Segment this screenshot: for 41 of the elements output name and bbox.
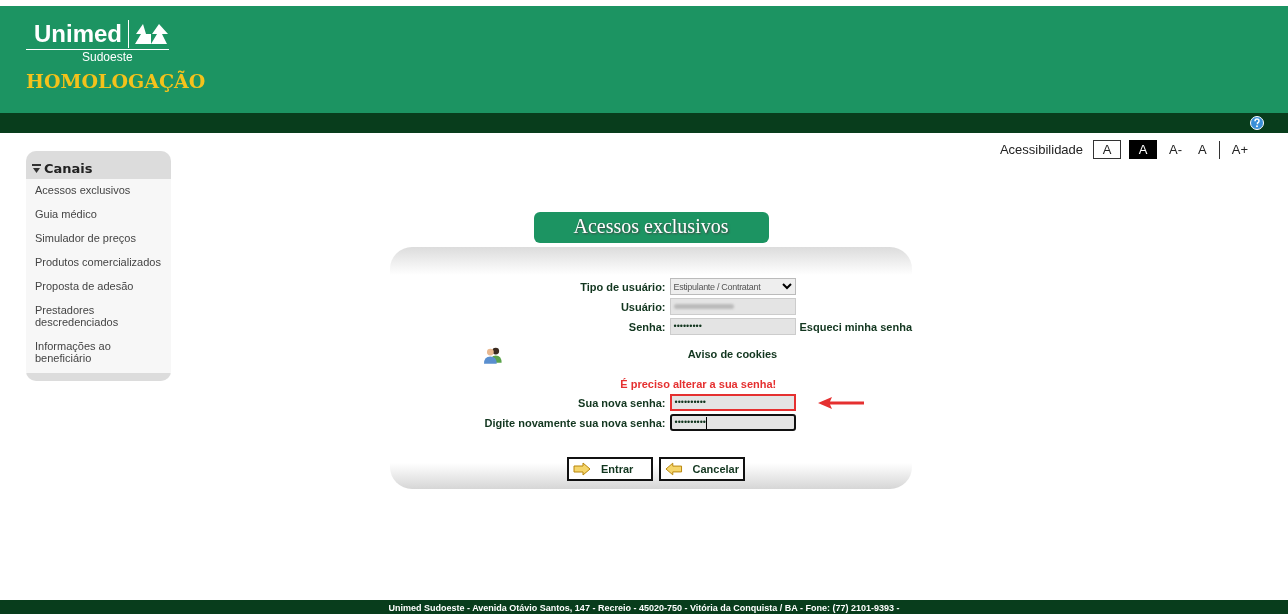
user-type-select[interactable]: Estipulante / Contratant bbox=[669, 278, 796, 295]
field-label: Tipo de usuário: bbox=[579, 280, 666, 293]
font-size-link[interactable]: A+ bbox=[1227, 140, 1252, 159]
sidebar-link[interactable]: Proposta de adesão bbox=[26, 275, 171, 299]
form-button[interactable]: Cancelar bbox=[659, 457, 745, 481]
forgot-password-link[interactable]: Esqueci minha senha bbox=[799, 320, 912, 333]
warning-message: É preciso alterar a sua senha! bbox=[620, 377, 777, 391]
footer-address: Unimed Sudoeste - Avenida Otávio Santos, 147 - Recreio - 45020-750 - Vitória da Conquista / BA - Fone: (77) 2101-9393 - bbox=[0, 600, 1288, 614]
font-size-link[interactable]: A- bbox=[1165, 140, 1187, 159]
section-title: Acessos exclusivos bbox=[533, 212, 769, 243]
help-icon[interactable] bbox=[1250, 116, 1264, 130]
logo-name: Unimed bbox=[26, 20, 129, 48]
sidebar-link[interactable]: Produtos comercializados bbox=[26, 251, 171, 275]
sidebar-link[interactable]: Prestadores descredenciados bbox=[26, 299, 171, 335]
field-label: Senha: bbox=[627, 320, 666, 333]
collapse-icon[interactable] bbox=[32, 163, 41, 174]
password-field[interactable]: •••••••••• bbox=[669, 414, 796, 431]
font-size-link[interactable]: A bbox=[1194, 140, 1211, 159]
sidebar-link[interactable]: Acessos exclusivos bbox=[26, 179, 171, 203]
arrow-icon bbox=[665, 462, 683, 476]
sidebar-link[interactable]: Simulador de preços bbox=[26, 227, 171, 251]
username-field[interactable] bbox=[669, 298, 796, 315]
password-field[interactable]: ••••••••• bbox=[669, 318, 796, 335]
logo-subtitle: Sudoeste bbox=[82, 50, 134, 64]
sidebar-link[interactable]: Guia médico bbox=[26, 203, 171, 227]
field-label: Digite novamente sua nova senha: bbox=[484, 416, 666, 429]
tree-logo-icon bbox=[135, 22, 169, 46]
arrow-left-icon bbox=[817, 396, 864, 409]
cookies-link[interactable]: Aviso de cookies bbox=[669, 338, 796, 372]
form-button[interactable]: Entrar bbox=[567, 457, 653, 481]
environment-label: HOMOLOGAÇÃO bbox=[26, 70, 207, 92]
password-field[interactable]: •••••••••• bbox=[669, 394, 796, 411]
sidebar-link[interactable]: Informações ao beneficiário bbox=[26, 335, 171, 371]
accessibility-label: Acessibilidade bbox=[999, 142, 1084, 157]
field-label: Usuário: bbox=[619, 300, 666, 313]
field-label: Sua nova senha: bbox=[577, 396, 666, 409]
sidebar-title: Canais bbox=[44, 161, 93, 176]
contrast-button[interactable]: A bbox=[1129, 140, 1158, 159]
arrow-icon bbox=[573, 462, 591, 476]
contrast-button[interactable]: A bbox=[1093, 140, 1122, 159]
chevron-down-icon bbox=[781, 283, 792, 290]
